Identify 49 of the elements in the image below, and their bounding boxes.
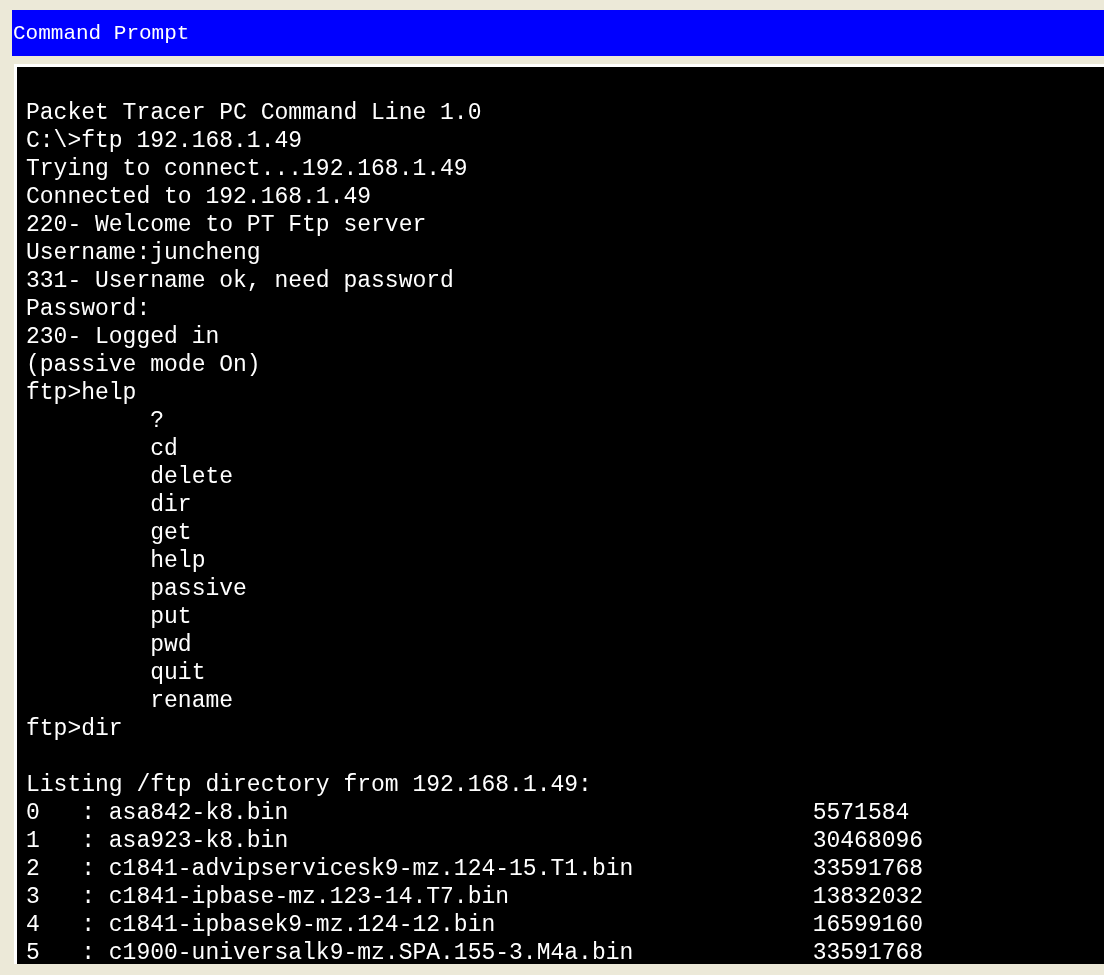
file-size: 30468096 bbox=[812, 828, 924, 854]
separator: : bbox=[81, 884, 95, 910]
separator: : bbox=[81, 828, 95, 854]
help-command: rename bbox=[150, 687, 234, 715]
output-line: 230- Logged in bbox=[26, 323, 220, 351]
file-index: 2 bbox=[26, 856, 40, 882]
help-command: delete bbox=[150, 463, 234, 491]
help-command: put bbox=[150, 603, 192, 631]
file-name: asa842-k8.bin bbox=[108, 800, 289, 826]
file-index: 3 bbox=[26, 884, 40, 910]
file-size: 13832032 bbox=[812, 884, 924, 910]
help-command: ? bbox=[150, 407, 165, 435]
file-size: 33591768 bbox=[812, 940, 924, 964]
file-index: 0 bbox=[26, 800, 40, 826]
output-line: 220- Welcome to PT Ftp server bbox=[26, 211, 427, 239]
help-command: get bbox=[150, 519, 192, 547]
output-line: Listing /ftp directory from 192.168.1.49: bbox=[26, 771, 592, 799]
output-line: Packet Tracer PC Command Line 1.0 bbox=[26, 99, 482, 127]
help-command: quit bbox=[150, 659, 206, 687]
output-line: Password: bbox=[26, 295, 151, 323]
output-line: (passive mode On) bbox=[26, 351, 261, 379]
help-command: help bbox=[150, 547, 206, 575]
help-command: passive bbox=[150, 575, 247, 603]
separator: : bbox=[81, 912, 95, 938]
file-size: 33591768 bbox=[812, 856, 924, 882]
file-name: asa923-k8.bin bbox=[108, 828, 289, 854]
file-size: 16599160 bbox=[812, 912, 924, 938]
file-index: 4 bbox=[26, 912, 40, 938]
help-command: cd bbox=[150, 435, 178, 463]
output-line: Username:juncheng bbox=[26, 239, 261, 267]
output-line: ftp>dir bbox=[26, 715, 123, 743]
file-index: 5 bbox=[26, 940, 40, 964]
file-name: c1841-ipbasek9-mz.124-12.bin bbox=[108, 912, 496, 938]
file-index: 1 bbox=[26, 828, 40, 854]
output-line: ftp>help bbox=[26, 379, 137, 407]
help-command: pwd bbox=[150, 631, 192, 659]
output-line: Trying to connect...192.168.1.49 bbox=[26, 155, 468, 183]
file-name: c1841-advipservicesk9-mz.124-15.T1.bin bbox=[108, 856, 634, 882]
output-line: C:\>ftp 192.168.1.49 bbox=[26, 127, 303, 155]
file-name: c1900-universalk9-mz.SPA.155-3.M4a.bin bbox=[108, 940, 634, 964]
separator: : bbox=[81, 856, 95, 882]
file-size: 5571584 bbox=[812, 800, 910, 826]
separator: : bbox=[81, 940, 95, 964]
window-title: Command Prompt bbox=[12, 21, 190, 45]
separator: : bbox=[81, 800, 95, 826]
file-name: c1841-ipbase-mz.123-14.T7.bin bbox=[108, 884, 510, 910]
output-line: Connected to 192.168.1.49 bbox=[26, 183, 372, 211]
output-line: 331- Username ok, need password bbox=[26, 267, 454, 295]
help-command: dir bbox=[150, 491, 192, 519]
